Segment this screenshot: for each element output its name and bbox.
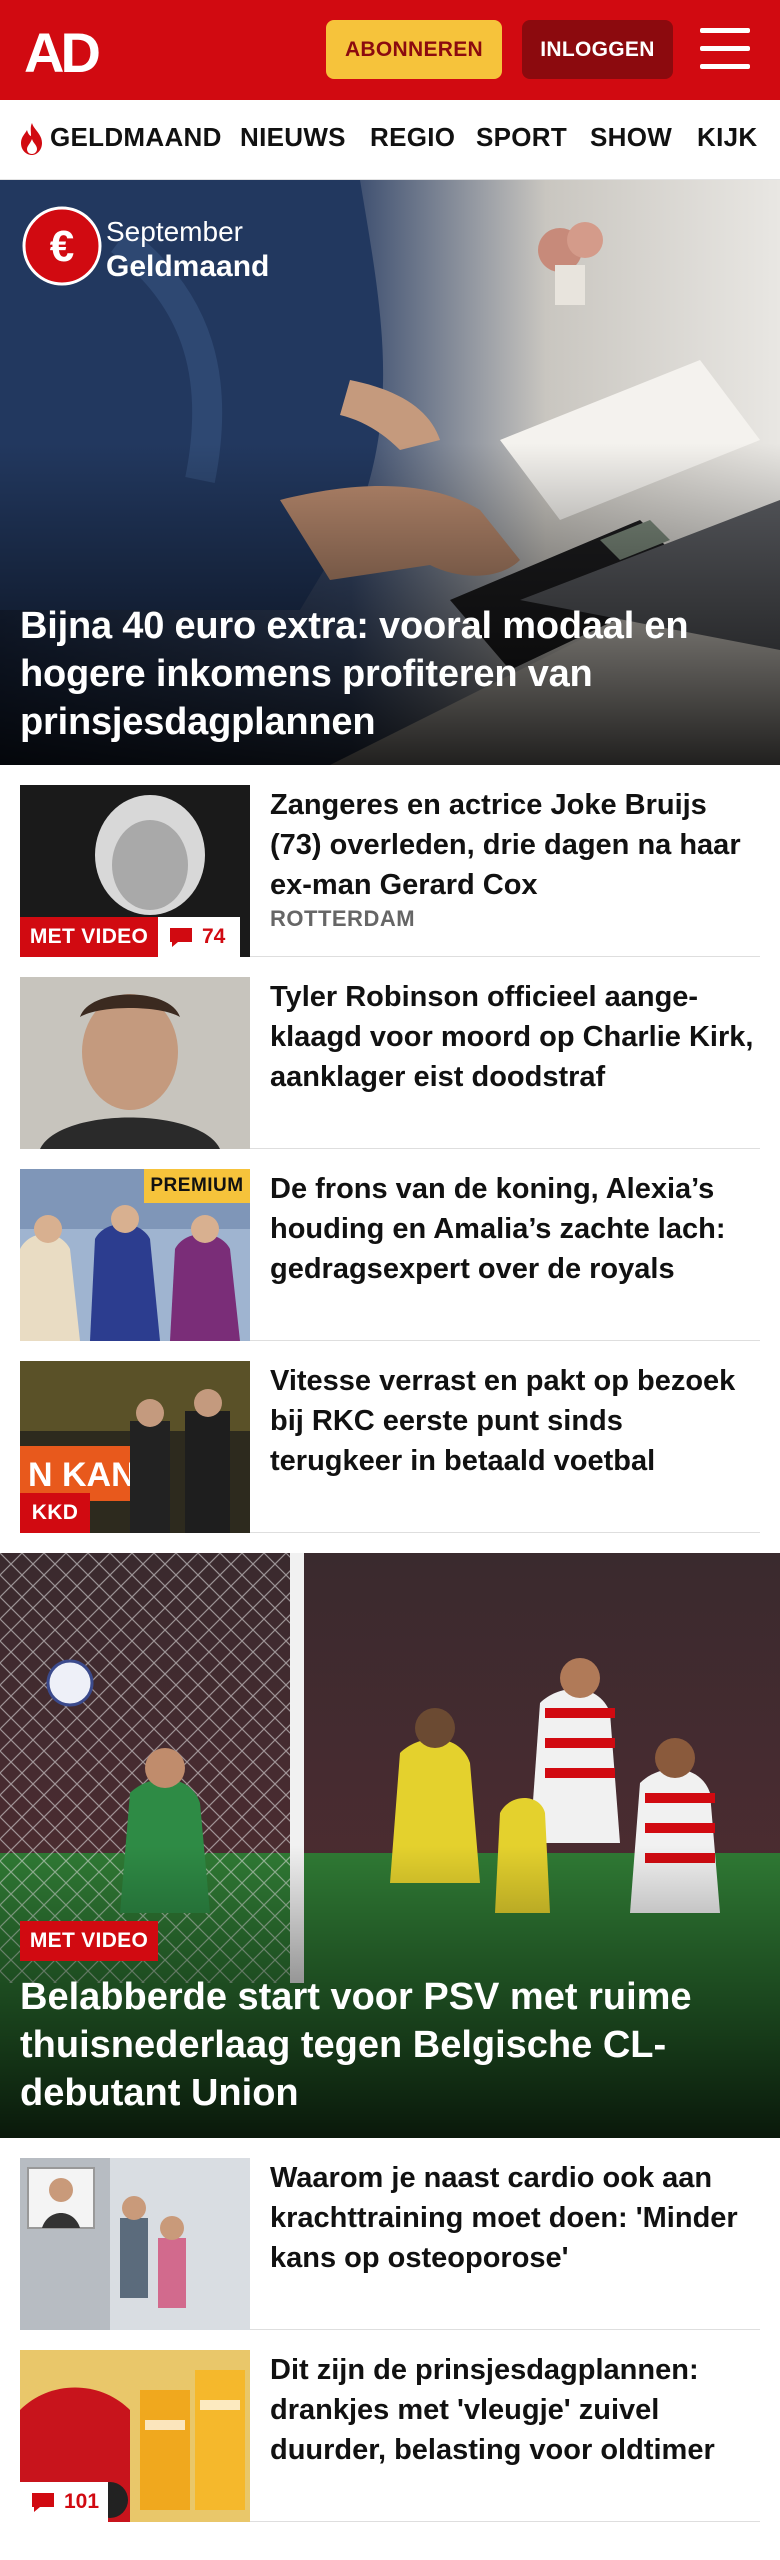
ad-logo[interactable]: AD bbox=[24, 26, 116, 76]
premium-badge: PREMIUM bbox=[144, 1169, 250, 1203]
article-thumbnail bbox=[20, 977, 250, 1149]
article-headline[interactable]: Waarom je naast cardio ook aan krachttra… bbox=[270, 2158, 760, 2278]
comment-count[interactable]: 101 bbox=[20, 2482, 108, 2522]
comment-count-value: 74 bbox=[202, 925, 226, 948]
promo-line-2: Geldmaand bbox=[106, 250, 270, 283]
flame-icon bbox=[21, 123, 42, 155]
article-headline[interactable]: Tyler Robinson officieel aange-klaagd vo… bbox=[270, 977, 760, 1097]
article-headline[interactable]: De frons van de koning, Alexia’s houding… bbox=[270, 1169, 760, 1289]
video-badge: MET VIDEO bbox=[20, 917, 158, 957]
comment-icon bbox=[170, 928, 192, 947]
nav-item-nieuws[interactable]: NIEUWS bbox=[240, 122, 346, 153]
nav-item-regio[interactable]: REGIO bbox=[370, 122, 455, 153]
article-joke-bruijs[interactable]: MET VIDEO 74 Zangeres en actrice Joke Br… bbox=[20, 765, 760, 957]
hero-article[interactable]: € September Geldmaand Bijna 40 euro extr… bbox=[0, 180, 780, 765]
nav-item-sport[interactable]: SPORT bbox=[476, 122, 567, 153]
article-krachttraining[interactable]: Waarom je naast cardio ook aan krachttra… bbox=[20, 2138, 760, 2330]
article-tyler-robinson[interactable]: Tyler Robinson officieel aange-klaagd vo… bbox=[20, 957, 760, 1149]
article-prinsjesdag[interactable]: 101 Dit zijn de prinsjesdagplannen: dran… bbox=[20, 2330, 760, 2522]
article-royals[interactable]: PREMIUM De frons van de koning, Alexia’s… bbox=[20, 1149, 760, 1341]
hero-headline[interactable]: Bijna 40 euro extra: vooral modaal en ho… bbox=[20, 602, 760, 746]
feature-headline[interactable]: Belabberde start voor PSV met ruime thui… bbox=[20, 1973, 760, 2117]
comment-icon bbox=[32, 2493, 54, 2512]
login-button[interactable]: INLOGGEN bbox=[522, 20, 673, 79]
nav-item-show[interactable]: SHOW bbox=[590, 122, 672, 153]
kkd-badge: KKD bbox=[20, 1493, 90, 1533]
euro-icon: € bbox=[22, 206, 102, 286]
video-badge: MET VIDEO bbox=[20, 1921, 158, 1961]
svg-text:AD: AD bbox=[24, 26, 99, 76]
promo-line-1: September bbox=[106, 216, 243, 247]
hamburger-menu-icon[interactable] bbox=[700, 28, 750, 70]
article-vitesse[interactable]: N KAN KKD Vitesse verrast en pakt op bez… bbox=[20, 1341, 760, 1533]
section-nav: GELDMAAND NIEUWS REGIO SPORT SHOW KIJK bbox=[0, 100, 780, 180]
article-location: ROTTERDAM bbox=[270, 906, 416, 931]
article-headline[interactable]: Vitesse verrast en pakt op bezoek bij RK… bbox=[270, 1361, 760, 1481]
article-thumbnail bbox=[20, 2158, 250, 2330]
nav-item-geldmaand[interactable]: GELDMAAND bbox=[50, 122, 222, 153]
top-bar: AD ABONNEREN INLOGGEN bbox=[0, 0, 780, 100]
nav-item-kijk[interactable]: KIJK bbox=[697, 122, 757, 153]
svg-text:€: € bbox=[50, 222, 74, 271]
subscribe-button[interactable]: ABONNEREN bbox=[326, 20, 502, 79]
article-headline[interactable]: Zangeres en actrice Joke Bruijs (73) ove… bbox=[270, 785, 760, 905]
comment-count[interactable]: 74 bbox=[158, 917, 240, 957]
article-headline[interactable]: Dit zijn de prinsjesdagplannen: drankjes… bbox=[270, 2350, 760, 2470]
feature-article-psv[interactable]: MET VIDEO Belabberde start voor PSV met … bbox=[0, 1553, 780, 2138]
comment-count-value: 101 bbox=[64, 2490, 100, 2513]
svg-text:N KAN: N KAN bbox=[28, 1456, 136, 1494]
